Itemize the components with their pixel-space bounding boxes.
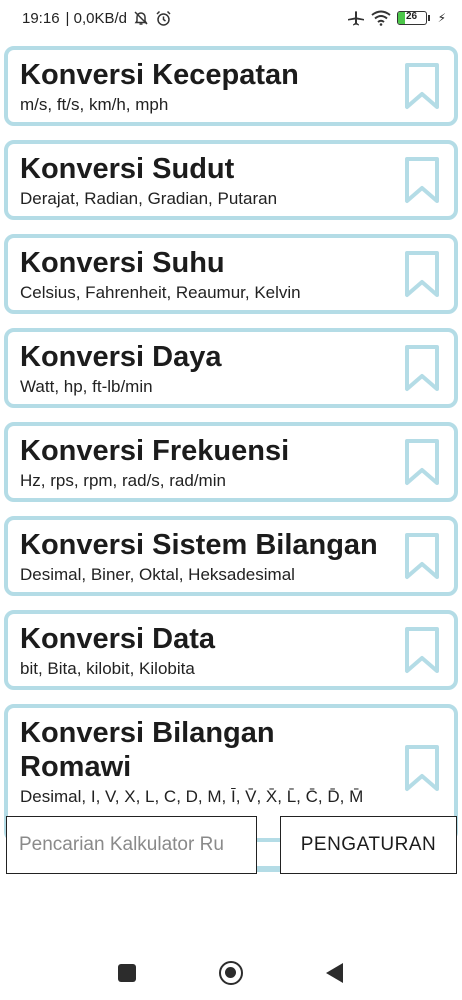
back-icon[interactable] (326, 963, 343, 983)
card-konversi-daya[interactable]: Konversi Daya Watt, hp, ft-lb/min (4, 328, 458, 408)
card-konversi-kecepatan[interactable]: Konversi Kecepatan m/s, ft/s, km/h, mph (4, 46, 458, 126)
card-title: Konversi Suhu (20, 247, 225, 279)
card-title: Konversi Daya (20, 341, 222, 373)
card-title: Konversi Kecepatan (20, 59, 299, 91)
battery-level: 26 (406, 11, 418, 22)
bookmark-icon[interactable] (404, 532, 440, 580)
mute-bell-icon (134, 11, 148, 25)
card-title: Konversi Bilangan Romawi (20, 717, 275, 783)
card-title: Konversi Sistem Bilangan (20, 529, 378, 561)
bottom-controls: PENGATURAN (0, 816, 462, 878)
bookmark-icon[interactable] (404, 344, 440, 392)
bookmark-icon[interactable] (404, 438, 440, 486)
card-konversi-sistem-bilangan[interactable]: Konversi Sistem Bilangan Desimal, Biner,… (4, 516, 458, 596)
card-subtitle: Watt, hp, ft-lb/min (20, 377, 153, 396)
card-subtitle: bit, Bita, kilobit, Kilobita (20, 659, 195, 678)
card-subtitle: Desimal, I, V, X, L, C, D, M, Ī, V̄, X̄,… (20, 787, 364, 806)
status-bar: 19:16 | 0,0KB/d 26 ⚡ (0, 0, 462, 36)
card-subtitle: Desimal, Biner, Oktal, Heksadesimal (20, 565, 295, 584)
bookmark-icon[interactable] (404, 156, 440, 204)
airplane-icon (347, 11, 364, 26)
home-icon[interactable] (219, 961, 243, 985)
status-right: 26 ⚡ (347, 9, 446, 27)
card-border-strip (257, 866, 280, 872)
card-konversi-data[interactable]: Konversi Data bit, Bita, kilobit, Kilobi… (4, 610, 458, 690)
recent-apps-icon[interactable] (118, 964, 136, 982)
card-subtitle: m/s, ft/s, km/h, mph (20, 95, 169, 114)
status-left: 19:16 | 0,0KB/d (22, 10, 172, 27)
converter-list[interactable]: Konversi Kecepatan m/s, ft/s, km/h, mph … (0, 46, 462, 880)
card-title: Konversi Sudut (20, 153, 235, 185)
network-speed: | 0,0KB/d (65, 9, 127, 27)
wifi-icon (370, 10, 391, 26)
bookmark-icon[interactable] (404, 744, 440, 792)
bookmark-icon[interactable] (404, 62, 440, 110)
search-input[interactable] (6, 816, 257, 874)
charging-icon: ⚡ (437, 11, 446, 25)
card-title: Konversi Frekuensi (20, 435, 290, 467)
navigation-bar (0, 948, 462, 1000)
battery-tip (427, 15, 430, 21)
bookmark-icon[interactable] (404, 250, 440, 298)
settings-button[interactable]: PENGATURAN (280, 816, 457, 874)
card-subtitle: Derajat, Radian, Gradian, Putaran (20, 189, 278, 208)
card-subtitle: Hz, rps, rpm, rad/s, rad/min (20, 471, 226, 490)
battery-body: 26 (396, 11, 427, 25)
card-subtitle: Celsius, Fahrenheit, Reaumur, Kelvin (20, 283, 301, 302)
card-konversi-suhu[interactable]: Konversi Suhu Celsius, Fahrenheit, Reaum… (4, 234, 458, 314)
card-konversi-sudut[interactable]: Konversi Sudut Derajat, Radian, Gradian,… (4, 140, 458, 220)
card-title: Konversi Data (20, 623, 216, 655)
battery-icon: 26 (396, 11, 430, 25)
bookmark-icon[interactable] (404, 626, 440, 674)
alarm-icon (156, 10, 171, 26)
status-time: 19:16 (22, 9, 60, 27)
card-konversi-frekuensi[interactable]: Konversi Frekuensi Hz, rps, rpm, rad/s, … (4, 422, 458, 502)
